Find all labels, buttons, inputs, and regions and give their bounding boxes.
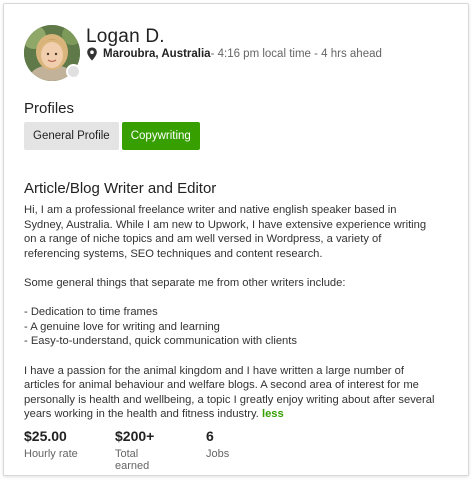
tab-copywriting[interactable]: Copywriting <box>121 122 200 150</box>
jobs-value: 6 <box>206 428 214 444</box>
hourly-rate-value: $25.00 <box>24 428 67 444</box>
location-row: Maroubra, Australia - 4:16 pm local time… <box>86 47 382 61</box>
profile-tabs: General Profile Copywriting <box>24 122 200 150</box>
tab-general-profile[interactable]: General Profile <box>24 122 119 150</box>
description-paragraph: Hi, I am a professional freelance writer… <box>24 204 427 260</box>
description-paragraph-last: I have a passion for the animal kingdom … <box>24 364 439 422</box>
hourly-rate-label: Hourly rate <box>24 448 78 460</box>
description-bullet: - A genuine love for writing and learnin… <box>24 320 220 333</box>
location-name: Maroubra, Australia <box>103 48 211 60</box>
local-time: - 4:16 pm local time - 4 hrs ahead <box>210 48 382 60</box>
total-earned-label: Total earned <box>115 448 150 472</box>
profile-headline: Article/Blog Writer and Editor <box>24 180 217 197</box>
stat-total-earned: $200+ Total earned <box>115 428 154 472</box>
freelancer-card: Logan D. Maroubra, Australia - 4:16 pm l… <box>3 3 469 476</box>
description-bullet: - Easy-to-understand, quick communicatio… <box>24 335 297 348</box>
jobs-label: Jobs <box>206 448 230 460</box>
less-link[interactable]: less <box>262 408 284 420</box>
map-pin-icon <box>86 47 98 61</box>
description-bullet: - Dedication to time frames <box>24 306 158 319</box>
online-status-dot <box>66 64 81 79</box>
avatar[interactable] <box>24 25 81 81</box>
stat-hourly-rate: $25.00 Hourly rate <box>24 428 78 460</box>
profiles-heading: Profiles <box>24 100 75 117</box>
description-text: I have a passion for the animal kingdom … <box>24 364 435 421</box>
freelancer-name[interactable]: Logan D. <box>86 26 165 48</box>
description-paragraph: Some general things that separate me fro… <box>24 276 346 289</box>
profile-description: Hi, I am a professional freelance writer… <box>24 203 439 422</box>
total-earned-value: $200+ <box>115 428 155 444</box>
stats-row: $25.00 Hourly rate $200+ Total earned 6 … <box>24 428 229 472</box>
stat-jobs: 6 Jobs <box>206 428 229 460</box>
